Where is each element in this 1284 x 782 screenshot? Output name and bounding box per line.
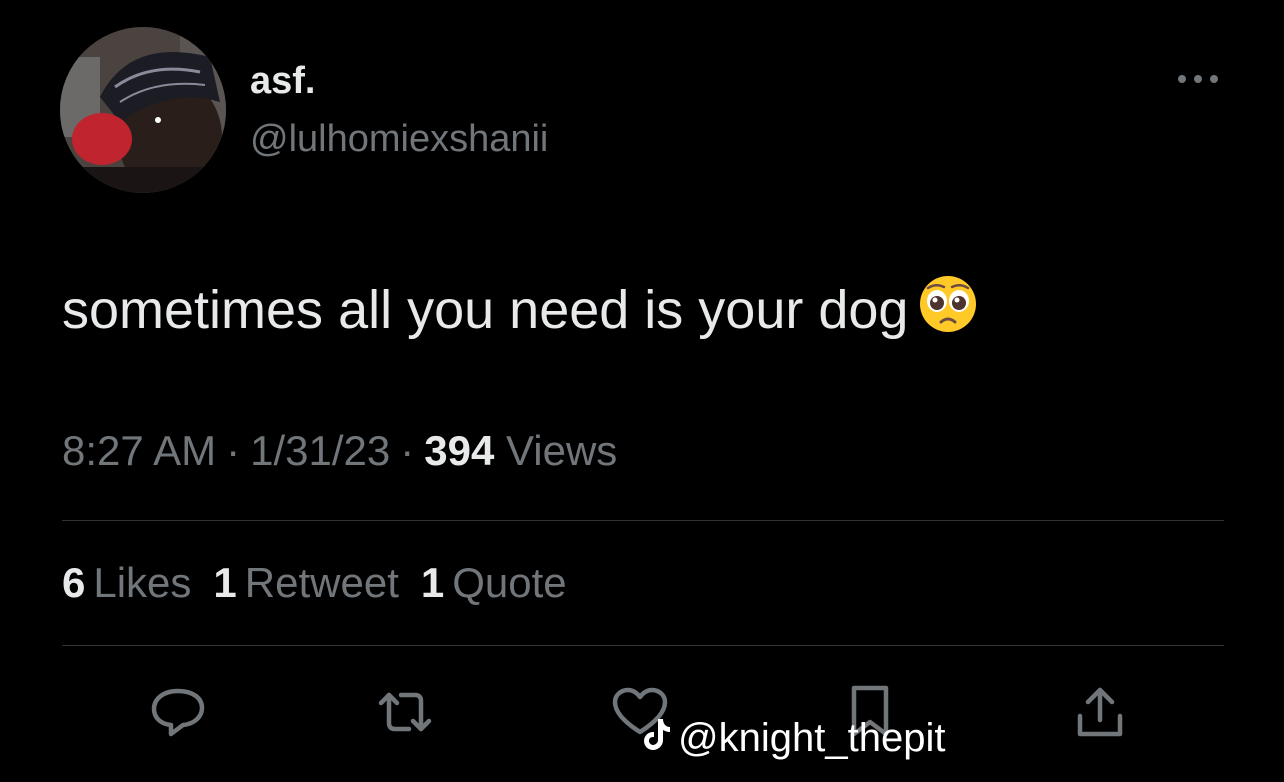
quotes-count: 1	[420, 559, 445, 606]
views-label: Views	[506, 427, 618, 474]
retweets-label: Retweet	[244, 559, 399, 606]
avatar-image	[60, 27, 226, 193]
reply-button[interactable]	[148, 684, 208, 740]
tweet-text: sometimes all you need is your dog	[62, 274, 978, 346]
tweet-text-content: sometimes all you need is your dog	[62, 280, 909, 340]
watermark: @knight_thepit	[642, 716, 945, 760]
user-handle[interactable]: @lulhomiexshanii	[250, 120, 548, 158]
display-name[interactable]: asf.	[250, 62, 315, 100]
pleading-face-icon	[918, 274, 978, 346]
engagement-stats: 6 Likes 1 Retweet 1 Quote	[62, 559, 589, 606]
avatar[interactable]	[60, 27, 226, 193]
watermark-text: @knight_thepit	[678, 716, 946, 760]
retweet-button[interactable]	[375, 684, 435, 740]
likes-label: Likes	[93, 559, 192, 606]
retweet-icon	[378, 692, 432, 732]
views-count: 394	[424, 427, 495, 474]
quotes-stat[interactable]: 1 Quote	[421, 559, 567, 606]
tweet-metadata: 8:27 AM · 1/31/23 · 394 Views	[62, 427, 618, 474]
more-dots-icon	[1178, 75, 1218, 83]
retweets-count: 1	[213, 559, 237, 606]
likes-count: 6	[62, 559, 86, 606]
likes-stat[interactable]: 6 Likes	[62, 559, 191, 606]
separator-dot: ·	[400, 427, 415, 474]
retweets-stat[interactable]: 1 Retweet	[213, 559, 398, 606]
more-options-button[interactable]	[1172, 62, 1224, 96]
share-icon	[1077, 687, 1123, 737]
divider	[62, 520, 1224, 521]
tiktok-icon	[642, 716, 672, 760]
separator-dot: ·	[226, 427, 241, 474]
reply-icon	[151, 688, 205, 737]
share-button[interactable]	[1070, 684, 1130, 740]
tweet-time[interactable]: 8:27 AM	[62, 427, 216, 474]
quotes-label: Quote	[452, 559, 567, 606]
tweet-date[interactable]: 1/31/23	[250, 427, 390, 474]
divider	[62, 645, 1224, 646]
